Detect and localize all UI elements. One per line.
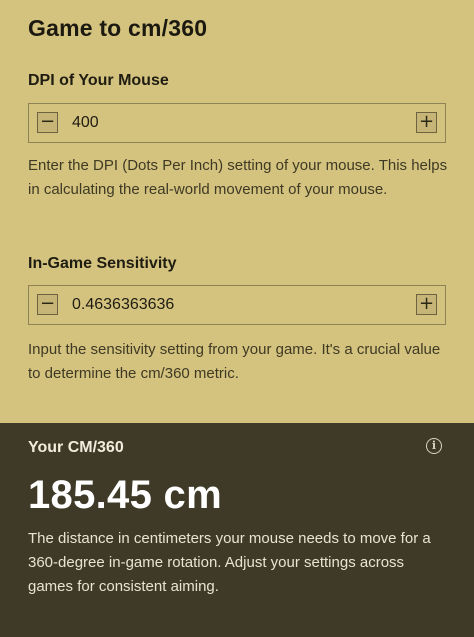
calculator-form: Game to cm/360 DPI of Your Mouse − 400 +… [0, 0, 474, 423]
dpi-increment-button[interactable]: + [416, 112, 437, 133]
dpi-stepper: − 400 + [28, 103, 446, 143]
page-title: Game to cm/360 [28, 15, 208, 41]
sensitivity-stepper: − 0.4636363636 + [28, 285, 446, 325]
result-panel: Your CM/360 i 185.45 cm The distance in … [0, 423, 474, 637]
dpi-label: DPI of Your Mouse [28, 72, 169, 89]
result-label: Your CM/360 [28, 439, 124, 456]
dpi-help-text: Enter the DPI (Dots Per Inch) setting of… [28, 157, 448, 198]
result-description: The distance in centimeters your mouse n… [28, 530, 431, 595]
sensitivity-input[interactable]: 0.4636363636 [72, 296, 174, 314]
sensitivity-label: In-Game Sensitivity [28, 255, 177, 272]
info-icon[interactable]: i [426, 438, 442, 454]
sensitivity-decrement-button[interactable]: − [37, 294, 58, 315]
result-value: 185.45 cm [28, 473, 222, 517]
sensitivity-increment-button[interactable]: + [416, 294, 437, 315]
sensitivity-help-text: Input the sensitivity setting from your … [28, 341, 441, 382]
dpi-input[interactable]: 400 [72, 114, 99, 132]
dpi-decrement-button[interactable]: − [37, 112, 58, 133]
